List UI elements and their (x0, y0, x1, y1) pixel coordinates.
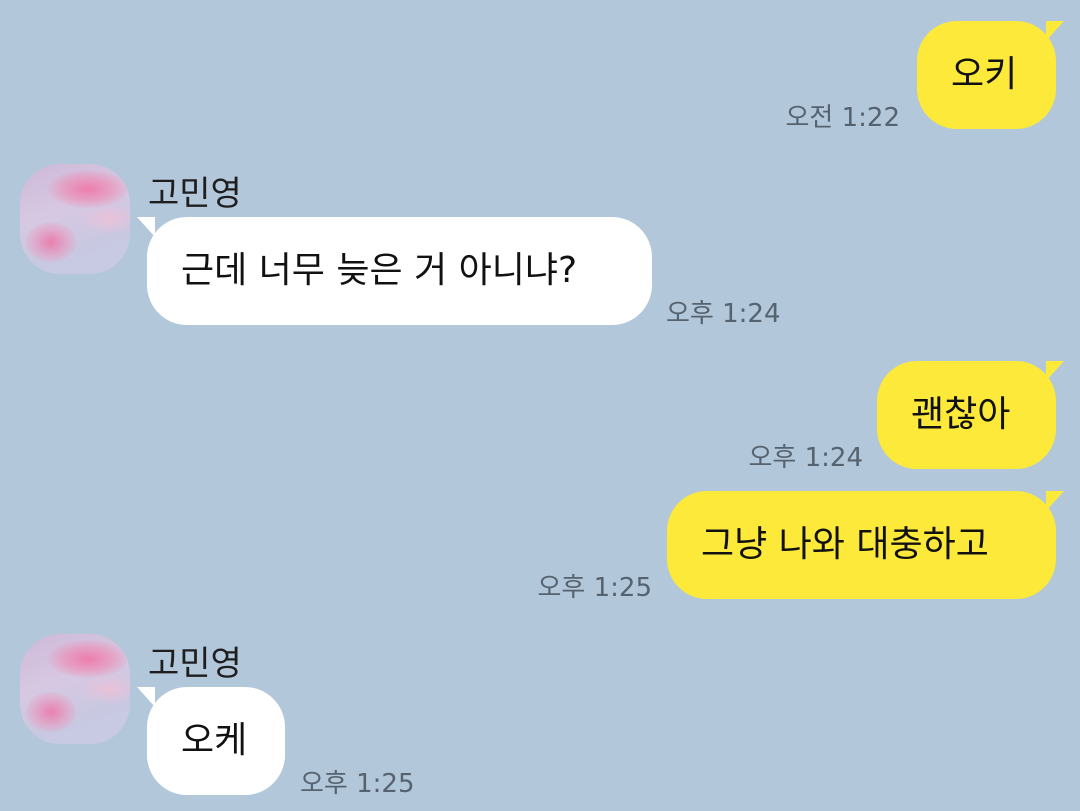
bubble-tail (1046, 491, 1064, 511)
message-text: 오케 (181, 720, 248, 761)
my-message-bubble[interactable]: 그냥 나와 대충하고 (667, 491, 1056, 599)
sender-name[interactable]: 고민영 (148, 166, 242, 215)
bubble-tail (137, 687, 155, 707)
sender-name[interactable]: 고민영 (148, 636, 242, 685)
profile-avatar[interactable] (20, 164, 130, 274)
message-text: 괜찮아 (911, 394, 1011, 435)
message-text: 오키 (951, 54, 1018, 95)
message-text: 근데 너무 늦은 거 아니냐? (181, 250, 578, 291)
bubble-tail (137, 217, 155, 237)
profile-avatar[interactable] (20, 634, 130, 744)
my-message-bubble[interactable]: 오키 (917, 21, 1056, 129)
bubble-tail (1046, 21, 1064, 41)
message-timestamp: 오후 1:24 (748, 443, 864, 473)
message-timestamp: 오후 1:24 (666, 299, 781, 329)
chat-room: 오키 오전 1:22 고민영 근데 너무 늦은 거 아니냐? 오후 1:24 괜… (0, 0, 1080, 811)
their-message-bubble[interactable]: 근데 너무 늦은 거 아니냐? (147, 217, 652, 325)
message-text: 그냥 나와 대충하고 (701, 524, 989, 565)
my-message-bubble[interactable]: 괜찮아 (877, 361, 1056, 469)
message-timestamp: 오후 1:25 (537, 573, 653, 603)
message-timestamp: 오후 1:25 (300, 769, 415, 799)
message-timestamp: 오전 1:22 (785, 103, 901, 133)
bubble-tail (1046, 361, 1064, 381)
their-message-bubble[interactable]: 오케 (147, 687, 285, 795)
